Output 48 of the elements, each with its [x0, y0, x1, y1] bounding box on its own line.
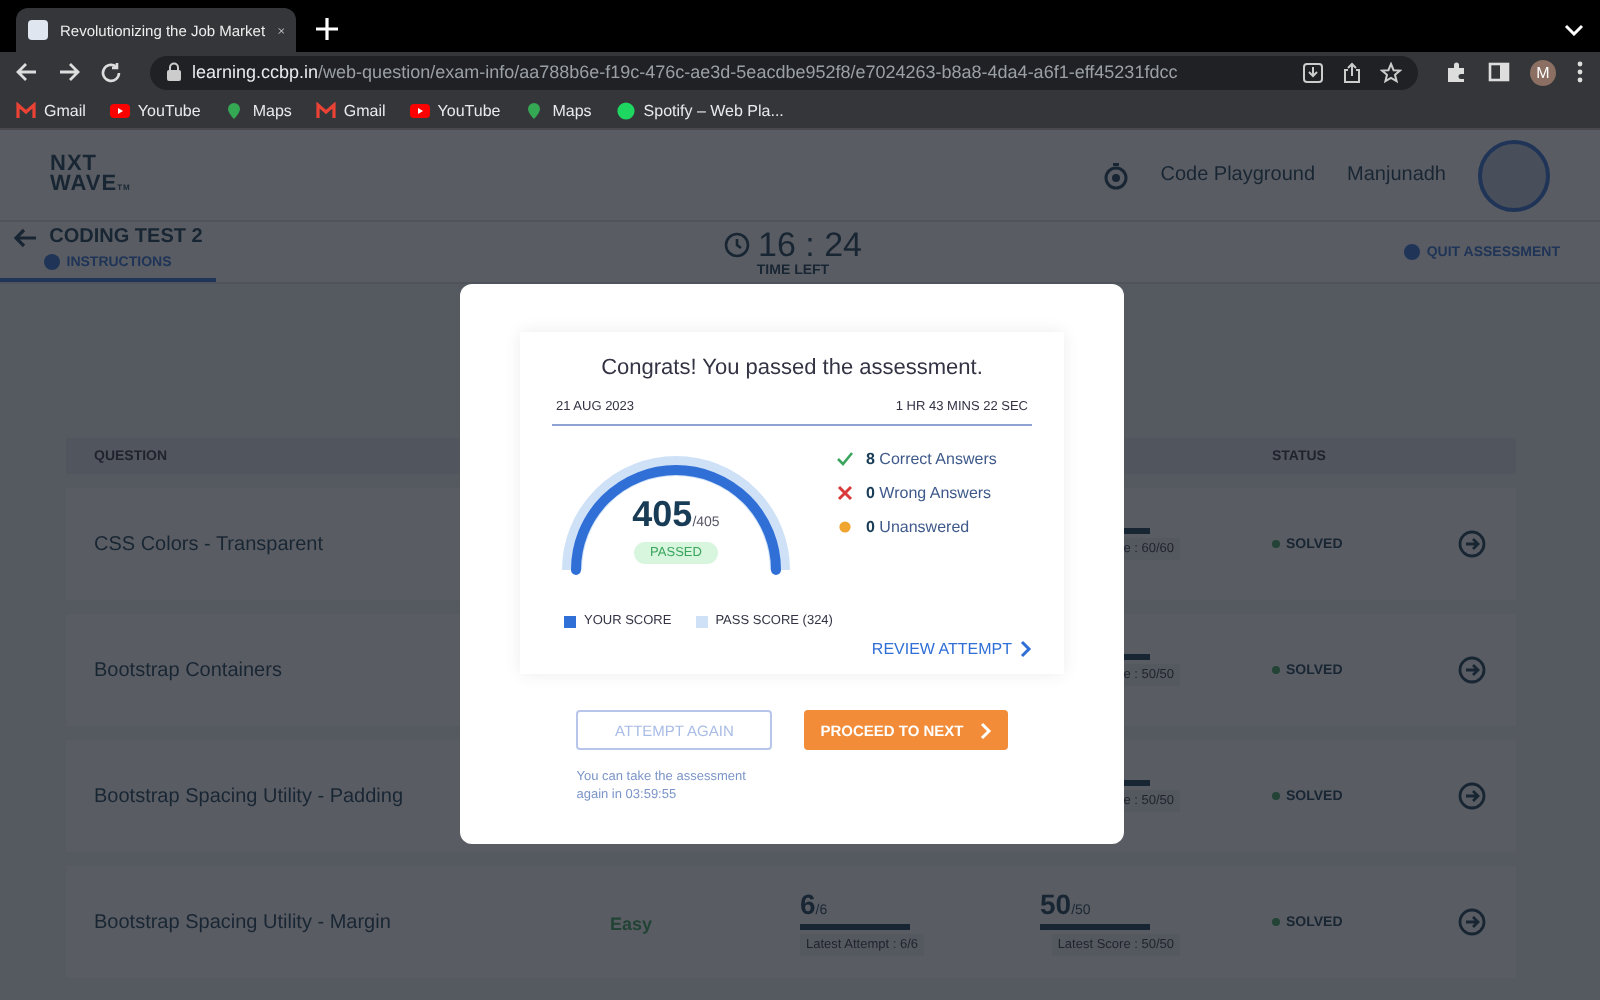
install-icon[interactable]: [1302, 61, 1324, 83]
maps-icon: [524, 101, 545, 119]
maps-icon: [224, 101, 245, 119]
reload-icon[interactable]: [100, 61, 122, 83]
new-tab-icon[interactable]: [316, 18, 338, 40]
question-title: Bootstrap Spacing Utility - Margin: [92, 911, 393, 933]
share-icon[interactable]: [1342, 61, 1362, 83]
test-title: CODING TEST 2: [49, 226, 203, 248]
review-attempt-link[interactable]: REVIEW ATTEMPT: [871, 640, 1032, 658]
legend-swatch: [695, 615, 708, 627]
bookmark[interactable]: Spotify – Web Pla...: [615, 101, 784, 119]
legend-swatch: [564, 615, 576, 627]
answer-count: 0 Unanswered: [866, 518, 970, 536]
gmail-icon: [315, 101, 336, 119]
correct-icon: [836, 450, 854, 468]
side-panel-icon[interactable]: [1488, 62, 1510, 82]
puzzle-icon[interactable]: [1446, 61, 1468, 83]
bookmark[interactable]: Maps: [524, 101, 592, 119]
site-favicon-icon: [28, 20, 48, 40]
gmail-icon: [16, 101, 36, 119]
spotify-icon: [615, 101, 636, 119]
bookmark[interactable]: Gmail: [16, 101, 86, 119]
forward-icon[interactable]: [58, 62, 80, 82]
youtube-icon: [109, 101, 130, 119]
wrong-icon: [836, 484, 854, 502]
result-title: Congrats! You passed the assessment.: [601, 356, 983, 380]
chevron-right-icon: [1020, 640, 1032, 658]
answer-count: 0 Wrong Answers: [866, 484, 992, 502]
back-icon[interactable]: [16, 62, 38, 82]
bookmark[interactable]: YouTube: [409, 101, 501, 119]
countdown-timer: 16 : 24: [758, 227, 862, 263]
address-bar[interactable]: learning.ccbp.in/web-question/exam-info/aa788b6e-f19c-476c-ae3d-5eacdbe952f8/e7024263-b8a8-4da4-a6f1-eff45231fdcc: [150, 55, 1418, 89]
youtube-icon: [409, 101, 430, 119]
menu-icon[interactable]: [1576, 60, 1584, 84]
question-title: CSS Colors - Transparent: [92, 533, 325, 555]
code-playground-link[interactable]: Code Playground: [1160, 164, 1316, 186]
bookmark[interactable]: Gmail: [315, 101, 386, 119]
unanswered-icon: [836, 518, 854, 536]
chevron-down-icon[interactable]: [1564, 24, 1584, 36]
lock-icon: [166, 62, 182, 82]
profile-avatar[interactable]: M: [1530, 59, 1556, 85]
bookmark[interactable]: YouTube: [109, 101, 201, 119]
user-name[interactable]: Manjunadh: [1347, 164, 1446, 186]
star-icon[interactable]: [1380, 61, 1402, 83]
chevron-right-icon: [979, 721, 992, 739]
answer-count: 8 Correct Answers: [866, 450, 997, 468]
question-title: Bootstrap Containers: [92, 659, 284, 681]
bookmark[interactable]: Maps: [224, 101, 292, 119]
